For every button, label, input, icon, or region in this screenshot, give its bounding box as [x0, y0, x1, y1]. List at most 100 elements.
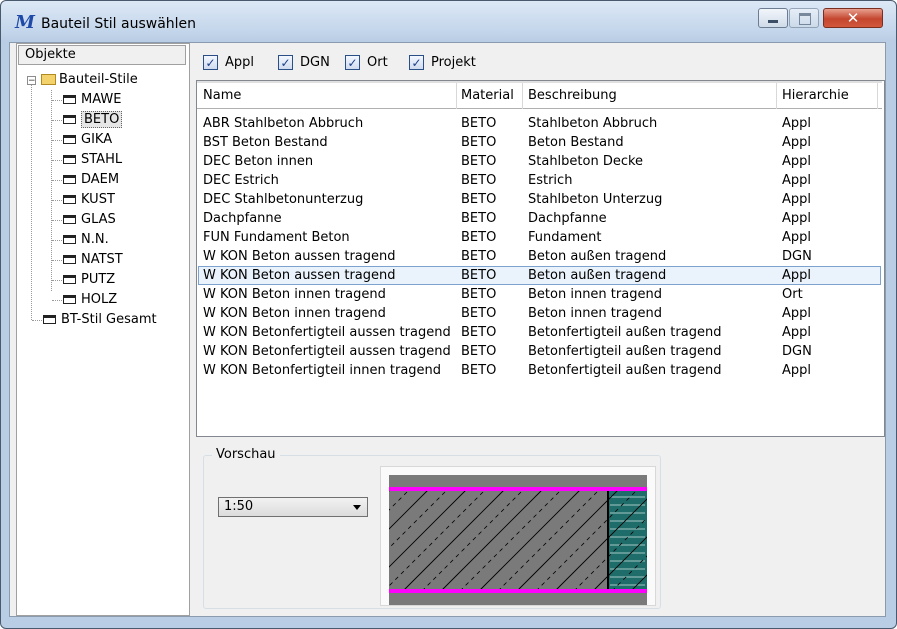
tree-item-holz[interactable]: HOLZ — [63, 290, 117, 310]
object-tree-panel: Objekte − Bauteil-Stile MAWE BETO GIKA STAHL D… — [16, 43, 190, 616]
table-row[interactable]: W KON Beton innen tragend BETO Beton innen… — [198, 285, 881, 304]
column-header-hierarchie[interactable]: Hierarchie — [782, 86, 849, 106]
tree-connector — [52, 140, 62, 141]
tree-node-text: Bauteil-Stile — [59, 72, 138, 87]
cell-name: W KON Betonfertigteil aussen tragend — [203, 325, 451, 340]
chevron-down-icon — [353, 505, 361, 510]
cell-material: BETO — [461, 325, 497, 340]
column-separator[interactable] — [456, 83, 457, 109]
preview-concrete-fill — [389, 475, 647, 489]
style-item-icon — [63, 175, 76, 184]
cell-hierarchie: Appl — [782, 192, 812, 207]
cell-beschreibung: Beton Bestand — [528, 135, 624, 150]
cell-beschreibung: Beton außen tragend — [528, 268, 667, 283]
filter-checkbox-appl[interactable]: ✓ Appl — [203, 53, 254, 73]
tree-item-label: HOLZ — [81, 292, 118, 307]
cell-hierarchie: Appl — [782, 211, 812, 226]
tree-item-label: GIKA — [81, 132, 113, 147]
tree-item-label: BETO — [81, 111, 123, 128]
tree-connector — [52, 200, 62, 201]
table-row[interactable]: Dachpfanne BETO Dachpfanne Appl — [198, 209, 881, 228]
tree-connector — [52, 280, 62, 281]
filter-checkbox-ort[interactable]: ✓ Ort — [345, 53, 388, 73]
tree-item-mawe[interactable]: MAWE — [63, 90, 121, 110]
table-row[interactable]: DEC Estrich BETO Estrich Appl — [198, 171, 881, 190]
preview-bottom-edge — [389, 589, 647, 593]
tree-node-bt-stil-gesamt[interactable]: BT-Stil Gesamt — [43, 310, 157, 330]
title-bar[interactable]: M Bauteil Stil auswählen ✕ — [1, 1, 896, 41]
maximize-button[interactable] — [789, 8, 819, 28]
preview-group-title: Vorschau — [212, 447, 280, 462]
tree-item-label: DAEM — [81, 172, 120, 187]
scale-dropdown-value: 1:50 — [224, 499, 254, 514]
column-header-material[interactable]: Material — [461, 86, 514, 106]
tree-item-daem[interactable]: DAEM — [63, 170, 119, 190]
filter-checkbox-projekt[interactable]: ✓ Projekt — [409, 53, 476, 73]
tree-header[interactable]: Objekte — [18, 45, 186, 65]
cell-material: BETO — [461, 116, 497, 131]
cell-name: DEC Beton innen — [203, 154, 314, 169]
dialog-client-area: Objekte − Bauteil-Stile MAWE BETO GIKA STAHL D… — [9, 42, 886, 617]
maximize-icon — [799, 13, 811, 25]
tree-item-beto[interactable]: BETO — [63, 110, 123, 130]
close-button[interactable]: ✕ — [823, 8, 883, 28]
tree-item-kust[interactable]: KUST — [63, 190, 115, 210]
cell-beschreibung: Estrich — [528, 173, 573, 188]
tree-item-label: KUST — [81, 192, 115, 207]
cell-beschreibung: Betonfertigteil außen tragend — [528, 325, 722, 340]
cell-material: BETO — [461, 306, 497, 321]
tree-connector — [32, 320, 42, 321]
list-header: Name Material Beschreibung Hierarchie — [197, 81, 882, 109]
column-separator[interactable] — [877, 83, 878, 109]
folder-open-icon — [41, 74, 56, 85]
table-row[interactable]: W KON Betonfertigteil aussen tragend BETO… — [198, 323, 881, 342]
table-row[interactable]: FUN Fundament Beton BETO Fundament Appl — [198, 228, 881, 247]
cell-hierarchie: DGN — [782, 249, 812, 264]
preview-insulation-fill — [607, 489, 647, 591]
tree-item-putz[interactable]: PUTZ — [63, 270, 115, 290]
tree-item-n-n[interactable]: N.N. — [63, 230, 109, 250]
app-icon: M — [15, 12, 35, 33]
minimize-button[interactable] — [758, 8, 788, 28]
checkbox-check-icon[interactable]: ✓ — [345, 55, 360, 70]
tree-item-stahl[interactable]: STAHL — [63, 150, 122, 170]
cell-hierarchie: Appl — [782, 173, 812, 188]
cell-beschreibung: Beton außen tragend — [528, 249, 667, 264]
checkbox-check-icon[interactable]: ✓ — [278, 55, 293, 70]
tree-connector — [52, 220, 62, 221]
cell-name: W KON Beton innen tragend — [203, 287, 386, 302]
tree-item-glas[interactable]: GLAS — [63, 210, 116, 230]
tree-connector — [52, 300, 62, 301]
table-row[interactable]: W KON Betonfertigteil innen tragend BETO B… — [198, 361, 881, 380]
filter-checkbox-label: Ort — [367, 55, 388, 70]
cell-name: W KON Beton innen tragend — [203, 306, 386, 321]
column-separator[interactable] — [522, 83, 523, 109]
table-row[interactable]: W KON Beton aussen tragend BETO Beton auße… — [198, 247, 881, 266]
column-header-name[interactable]: Name — [203, 86, 241, 106]
table-row[interactable]: BST Beton Bestand BETO Beton Bestand Appl — [198, 133, 881, 152]
collapse-icon[interactable]: − — [27, 76, 36, 86]
filter-checkbox-dgn[interactable]: ✓ DGN — [278, 53, 330, 73]
tree-item-natst[interactable]: NATST — [63, 250, 123, 270]
table-row[interactable]: W KON Beton aussen tragend BETO Beton auße… — [198, 266, 881, 285]
cell-name: ABR Stahlbeton Abbruch — [203, 116, 364, 131]
cell-beschreibung: Beton innen tragend — [528, 287, 662, 302]
style-list[interactable]: Name Material Beschreibung Hierarchie AB… — [196, 80, 885, 437]
tree-item-label: MAWE — [81, 92, 122, 107]
cell-beschreibung: Betonfertigteil außen tragend — [528, 344, 722, 359]
cell-name: DEC Stahlbetonunterzug — [203, 192, 364, 207]
checkbox-check-icon[interactable]: ✓ — [203, 55, 218, 70]
table-row[interactable]: ABR Stahlbeton Abbruch BETO Stahlbeton Abb… — [198, 114, 881, 133]
tree-connector — [52, 180, 62, 181]
tree-node-bauteil-stile[interactable]: − Bauteil-Stile — [27, 70, 138, 90]
table-row[interactable]: DEC Beton innen BETO Stahlbeton Decke Appl — [198, 152, 881, 171]
tree-item-gika[interactable]: GIKA — [63, 130, 112, 150]
table-row[interactable]: DEC Stahlbetonunterzug BETO Stahlbeton Unt… — [198, 190, 881, 209]
column-header-beschreibung[interactable]: Beschreibung — [528, 86, 617, 106]
scale-dropdown[interactable]: 1:50 — [218, 497, 368, 517]
table-row[interactable]: W KON Betonfertigteil aussen tragend BETO… — [198, 342, 881, 361]
column-separator[interactable] — [776, 83, 777, 109]
checkbox-check-icon[interactable]: ✓ — [409, 55, 424, 70]
table-row[interactable]: W KON Beton innen tragend BETO Beton innen… — [198, 304, 881, 323]
filter-checkbox-label: Appl — [225, 55, 255, 70]
